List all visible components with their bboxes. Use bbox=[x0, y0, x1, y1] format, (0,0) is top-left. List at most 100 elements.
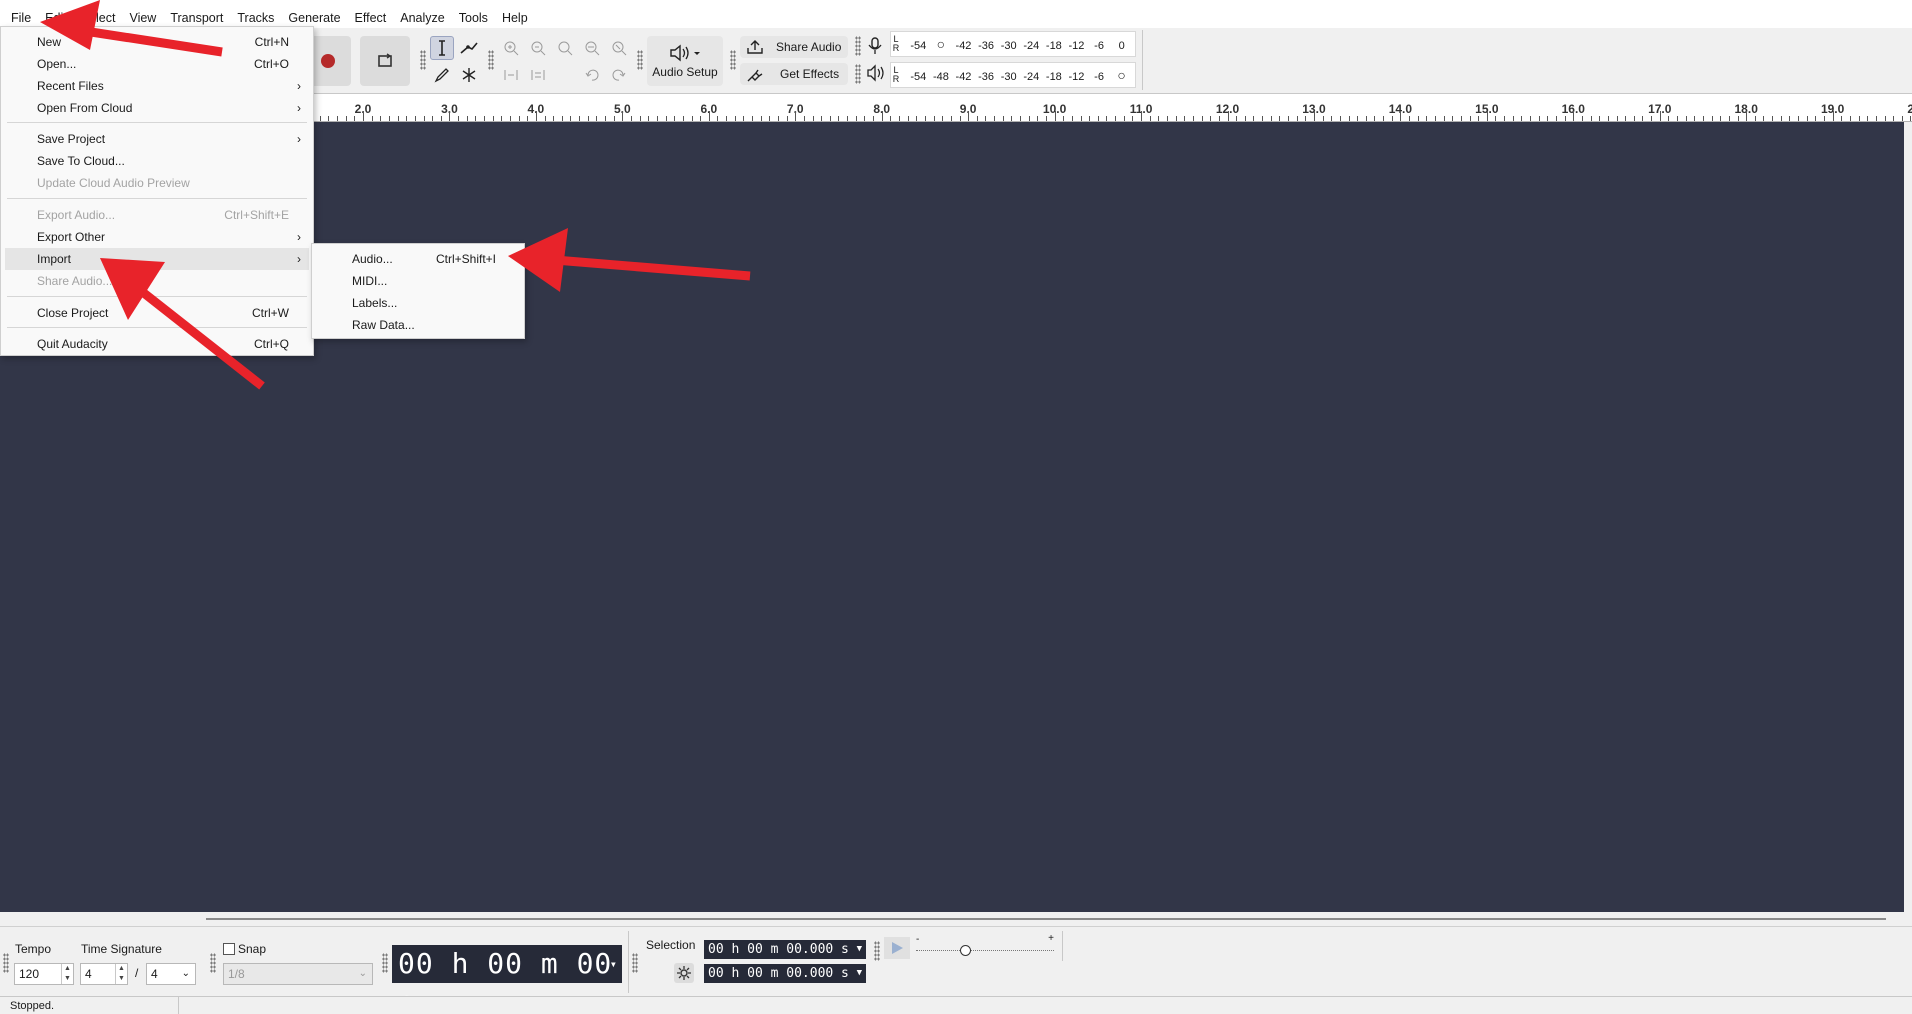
ruler-tick bbox=[1616, 116, 1618, 121]
menu-item-save-to-cloud[interactable]: Save To Cloud... bbox=[5, 150, 309, 172]
submenu-item-midi[interactable]: MIDI... bbox=[316, 270, 520, 292]
ruler-tick bbox=[847, 116, 849, 121]
ruler-tick bbox=[1763, 116, 1765, 121]
toolbar-grip[interactable] bbox=[874, 941, 880, 961]
slider-thumb[interactable] bbox=[960, 945, 971, 956]
pencil-icon bbox=[434, 68, 449, 83]
toolbar-grip[interactable] bbox=[488, 50, 494, 70]
time-sig-numerator-input[interactable]: 4 ▲ ▼ bbox=[80, 963, 128, 985]
menu-transport[interactable]: Transport bbox=[163, 0, 230, 28]
time-sig-numerator: 4 bbox=[85, 967, 92, 981]
toolbar-divider bbox=[628, 931, 629, 993]
chevron-right-icon: › bbox=[297, 230, 301, 244]
menu-file[interactable]: File bbox=[4, 0, 38, 28]
ruler-tick bbox=[1651, 116, 1653, 121]
menu-edit[interactable]: Edit bbox=[38, 0, 74, 28]
playback-speaker-icon[interactable] bbox=[866, 64, 886, 85]
toolbar-grip[interactable] bbox=[420, 50, 426, 70]
chevron-down-icon[interactable]: ▼ bbox=[857, 964, 862, 983]
menu-item-open-from-cloud[interactable]: Open From Cloud › bbox=[5, 97, 309, 119]
menu-tracks[interactable]: Tracks bbox=[230, 0, 281, 28]
snap-select[interactable]: 1/8 ⌄ bbox=[223, 963, 373, 985]
microphone-icon[interactable] bbox=[866, 36, 884, 59]
draw-tool-button[interactable] bbox=[430, 63, 454, 87]
selection-end-field[interactable]: 00 h 00 m 00.000 s ▼ bbox=[704, 964, 866, 983]
audio-setup-button[interactable]: Audio Setup bbox=[647, 36, 723, 86]
envelope-tool-button[interactable] bbox=[457, 36, 481, 60]
menu-view[interactable]: View bbox=[122, 0, 163, 28]
playback-speed-slider[interactable]: - + bbox=[916, 933, 1054, 959]
plug-icon bbox=[747, 69, 763, 82]
selection-settings-button[interactable] bbox=[674, 963, 694, 983]
toolbar-grip[interactable] bbox=[3, 953, 9, 973]
vertical-scrollbar[interactable] bbox=[1904, 122, 1912, 912]
menu-effect[interactable]: Effect bbox=[348, 0, 394, 28]
record-meter[interactable]: LR -54 ○ -42 -36 -30 -24 -18 -12 -6 0 bbox=[890, 31, 1136, 57]
ruler-tick bbox=[1711, 116, 1713, 121]
selection-label: Selection bbox=[646, 938, 696, 952]
fit-selection-icon[interactable] bbox=[554, 37, 576, 59]
multi-tool-button[interactable] bbox=[457, 63, 481, 87]
spin-arrows-icon[interactable]: ▲ ▼ bbox=[61, 964, 73, 984]
play-at-speed-button[interactable] bbox=[884, 937, 910, 959]
time-sig-denominator-select[interactable]: 4 ⌄ bbox=[146, 963, 196, 985]
chevron-right-icon: › bbox=[297, 101, 301, 115]
menu-item-quit[interactable]: Quit Audacity Ctrl+Q bbox=[5, 333, 309, 355]
ruler-tick bbox=[786, 116, 788, 121]
toolbar-grip[interactable] bbox=[637, 50, 643, 70]
silence-icon[interactable] bbox=[527, 64, 549, 86]
toolbar-grip[interactable] bbox=[632, 953, 638, 973]
scrollbar-thumb[interactable] bbox=[206, 918, 1886, 920]
menu-help[interactable]: Help bbox=[495, 0, 535, 28]
horizontal-scrollbar[interactable] bbox=[0, 912, 1912, 926]
get-effects-button[interactable]: Get Effects bbox=[740, 63, 848, 85]
toolbar-grip[interactable] bbox=[730, 50, 736, 70]
ruler-tick bbox=[328, 116, 330, 121]
playback-meter[interactable]: LR -54 -48 -42 -36 -30 -24 -18 -12 -6 ○ bbox=[890, 62, 1136, 88]
ruler-tick bbox=[1166, 116, 1168, 121]
trim-icon[interactable] bbox=[500, 64, 522, 86]
ruler-tick bbox=[1832, 111, 1834, 121]
zoom-toggle-icon[interactable] bbox=[608, 37, 630, 59]
chevron-down-icon[interactable]: ▼ bbox=[857, 940, 862, 959]
ruler-tick bbox=[1815, 116, 1817, 121]
toolbar-grip[interactable] bbox=[210, 953, 216, 973]
submenu-item-audio[interactable]: Audio... Ctrl+Shift+I bbox=[316, 248, 520, 270]
ruler-tick bbox=[1858, 116, 1860, 121]
selection-start-field[interactable]: 00 h 00 m 00.000 s ▼ bbox=[704, 940, 866, 959]
zoom-out-icon[interactable] bbox=[527, 37, 549, 59]
menu-item-close-project[interactable]: Close Project Ctrl+W bbox=[5, 302, 309, 324]
submenu-item-labels[interactable]: Labels... bbox=[316, 292, 520, 314]
selection-tool-button[interactable] bbox=[430, 36, 454, 60]
zoom-in-icon[interactable] bbox=[500, 37, 522, 59]
chevron-down-icon[interactable]: ▾ bbox=[610, 945, 618, 983]
submenu-item-raw-data[interactable]: Raw Data... bbox=[316, 314, 520, 336]
loop-button[interactable] bbox=[360, 36, 410, 86]
undo-icon[interactable] bbox=[581, 64, 603, 86]
fit-project-icon[interactable] bbox=[581, 37, 603, 59]
menu-analyze[interactable]: Analyze bbox=[393, 0, 451, 28]
meter-level-knob[interactable]: ○ bbox=[1110, 67, 1133, 83]
menu-item-import[interactable]: Import › bbox=[5, 248, 309, 270]
toolbar-grip[interactable] bbox=[855, 36, 861, 56]
tempo-input[interactable]: 120 ▲ ▼ bbox=[14, 963, 74, 985]
toolbar-grip[interactable] bbox=[855, 64, 861, 84]
meter-level-knob[interactable]: ○ bbox=[930, 36, 953, 52]
menu-item-label: Recent Files bbox=[37, 79, 104, 93]
menu-item-export-other[interactable]: Export Other › bbox=[5, 226, 309, 248]
menu-select[interactable]: Select bbox=[74, 0, 123, 28]
ruler-tick bbox=[449, 111, 451, 121]
redo-icon[interactable] bbox=[608, 64, 630, 86]
menu-item-open[interactable]: Open... Ctrl+O bbox=[5, 53, 309, 75]
menu-item-recent-files[interactable]: Recent Files › bbox=[5, 75, 309, 97]
menu-item-save-project[interactable]: Save Project › bbox=[5, 128, 309, 150]
share-audio-button[interactable]: Share Audio bbox=[740, 36, 848, 58]
snap-checkbox[interactable] bbox=[223, 943, 235, 955]
spin-arrows-icon[interactable]: ▲ ▼ bbox=[115, 964, 127, 984]
menu-tools[interactable]: Tools bbox=[452, 0, 495, 28]
menu-item-new[interactable]: New Ctrl+N bbox=[5, 31, 309, 53]
time-display[interactable]: 00 h 00 m 00 s▾ bbox=[392, 945, 622, 1014]
menu-generate[interactable]: Generate bbox=[281, 0, 347, 28]
ruler-tick bbox=[440, 116, 442, 121]
toolbar-grip[interactable] bbox=[382, 953, 388, 973]
